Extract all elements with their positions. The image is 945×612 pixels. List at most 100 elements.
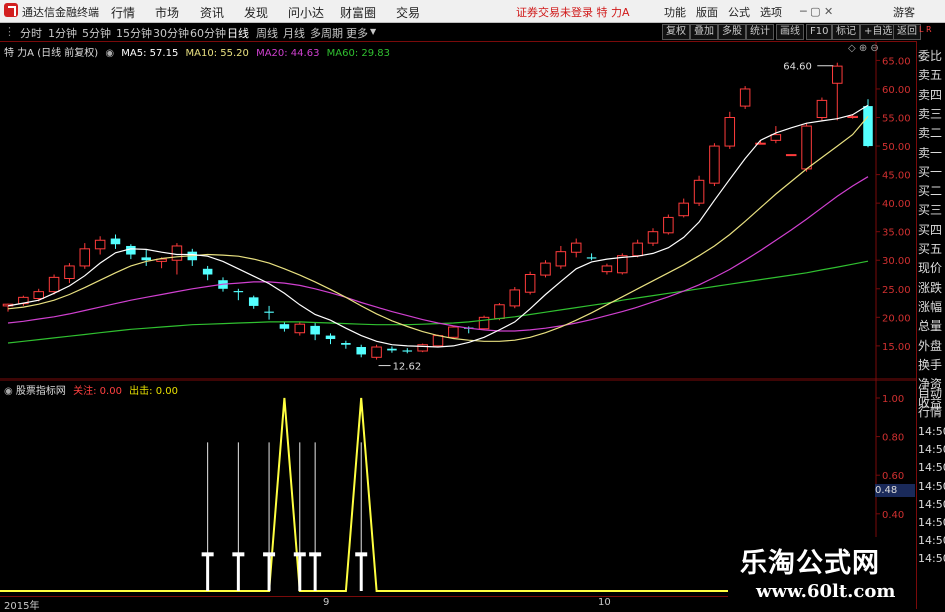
side-panel-item: 14:50 (918, 479, 945, 493)
multi-stock-button[interactable]: 多股 (718, 24, 746, 40)
watermark-text: 乐淘公式网 (740, 548, 880, 579)
candle-body-up (94, 239, 106, 250)
candle (126, 244, 136, 260)
side-panel-item: 现价 (918, 261, 943, 276)
focus-signal-spike (263, 442, 276, 591)
candle (94, 236, 106, 255)
ma10-line (7, 116, 869, 342)
candle (233, 288, 244, 301)
trade-login-status[interactable]: 证券交易未登录 特 力A (516, 4, 630, 20)
candle-body-down (141, 257, 151, 261)
menu-discover[interactable]: 发现 (244, 4, 268, 21)
price-tick-label: 30.00 (882, 256, 911, 267)
price-tick-label: 45.00 (882, 171, 911, 182)
side-panel-item: 买三 (918, 203, 943, 218)
candlestick-chart[interactable]: 65.00 60.00 55.00 50.00 45.00 40.00 35.00 30.00… (0, 41, 916, 380)
period-daily[interactable]: 日线 (227, 25, 249, 41)
menu-trade[interactable]: 交易 (396, 4, 420, 21)
side-panel-item: 外盘 (918, 338, 943, 353)
indicator-label-attack: 出击 (129, 386, 150, 397)
indicator-label-focus: 关注 (73, 386, 94, 397)
top-menu-bar: 通达信金融终端 行情 市场 资讯 发现 问小达 财富圈 交易 证券交易未登录 特… (0, 0, 945, 23)
side-panel-item: 总量 (918, 319, 943, 334)
f10-button[interactable]: F10 (806, 24, 833, 40)
indicator-tick-label: 0.40 (882, 510, 904, 521)
indicator-name[interactable]: 股票指标网 (16, 386, 66, 397)
menu-news[interactable]: 资讯 (200, 4, 224, 21)
candle (586, 253, 597, 261)
candle-body-up (432, 335, 444, 347)
app-logo-icon (4, 3, 18, 17)
price-tick-label: 15.00 (882, 342, 911, 353)
side-panel-item: 卖一 (918, 145, 943, 160)
menu-layout[interactable]: 版面 (696, 4, 718, 20)
candle-body-down (402, 350, 413, 352)
candle-body-up (816, 99, 828, 119)
menu-ask[interactable]: 问小达 (288, 4, 324, 21)
side-panel-item[interactable]: 自动 (918, 384, 945, 403)
guest-user[interactable]: 游客 (893, 4, 915, 20)
overlay-button[interactable]: 叠加 (690, 24, 718, 40)
period-15min[interactable]: 15分钟 (116, 25, 152, 41)
chart-tool-icons[interactable]: ◇ ⊕ ⊖ (848, 43, 879, 54)
side-panel-item: 涨幅 (918, 299, 943, 314)
period-intraday[interactable]: 分时 (20, 25, 42, 41)
candle (402, 348, 413, 354)
candle (64, 263, 75, 284)
mark-button[interactable]: 标记 (832, 24, 860, 40)
current-value-badge: 0.48 (875, 484, 915, 497)
indicator-settings-icon[interactable]: ◉ (4, 386, 13, 397)
menu-quotes[interactable]: 行情 (111, 4, 135, 21)
candle-body-up (663, 216, 674, 234)
chart-info-line: 特 力A (日线 前复权) ◉ MA5: 57.15 MA10: 55.20 M… (4, 44, 394, 59)
quote-side-panel[interactable]: L R 委比 卖五 卖四 卖三 卖二 卖一 买一 买二 买三 买四 买五 现价 涨跌 涨幅 总量 外盘 换手 净资… (916, 26, 945, 609)
candle-body-down (110, 238, 121, 245)
menu-wealth[interactable]: 财富圈 (340, 4, 376, 21)
side-panel-toggle[interactable]: L R (919, 26, 932, 34)
menu-functions[interactable]: 功能 (664, 4, 686, 20)
candle (110, 234, 121, 249)
period-monthly[interactable]: 月线 (283, 25, 305, 41)
period-1min[interactable]: 1分钟 (48, 25, 77, 41)
candle (540, 260, 551, 278)
side-panel-item[interactable]: 行情 (918, 403, 945, 422)
period-weekly[interactable]: 周线 (256, 25, 278, 41)
period-multi[interactable]: 多周期 (310, 25, 343, 41)
restore-rights-button[interactable]: 复权 (662, 24, 690, 40)
candle (785, 154, 797, 157)
candle (33, 288, 44, 302)
add-watchlist-button[interactable]: +自选 (860, 24, 897, 40)
candle (294, 321, 306, 336)
draw-line-button[interactable]: 画线 (776, 24, 804, 40)
candle-body-down (863, 106, 873, 147)
menu-options[interactable]: 选项 (760, 4, 782, 20)
menu-market[interactable]: 市场 (155, 4, 179, 21)
more-chevron-icon[interactable]: ▼ (370, 27, 376, 36)
indicator-tick-label: 0.80 (882, 433, 904, 444)
back-button[interactable]: 返回 (893, 24, 921, 40)
app-title: 通达信金融终端 (22, 6, 99, 19)
period-toolbar: ⋮ 分时 1分钟 5分钟 15分钟 30分钟 60分钟 日线 周线 月线 多周期… (0, 23, 945, 42)
side-panel-item: 卖五 (918, 68, 943, 83)
candle-body-up (64, 265, 75, 280)
indicator-value-focus: 0.00 (99, 386, 122, 397)
side-panel-item: 14:50 (918, 534, 945, 548)
period-30min[interactable]: 30分钟 (153, 25, 189, 41)
statistics-button[interactable]: 统计 (746, 24, 774, 40)
ma20-line (7, 176, 869, 332)
date-label-year: 2015年 (4, 601, 40, 612)
side-panel-item: 14:50 (918, 552, 945, 566)
candle-body-down (356, 347, 366, 355)
period-5min[interactable]: 5分钟 (82, 25, 111, 41)
candle-body-up (647, 231, 659, 244)
settings-icon[interactable]: ◉ (105, 48, 114, 59)
candle (279, 321, 290, 332)
candle (387, 346, 397, 353)
ma10-value: MA10: 55.20 (185, 48, 249, 59)
period-more[interactable]: 更多 (346, 25, 368, 41)
candle-body-up (709, 145, 720, 184)
window-controls[interactable]: ─ ▢ ✕ (800, 5, 833, 18)
price-tick-label: 20.00 (882, 313, 911, 324)
period-60min[interactable]: 60分钟 (190, 25, 226, 41)
menu-formula[interactable]: 公式 (728, 4, 750, 20)
